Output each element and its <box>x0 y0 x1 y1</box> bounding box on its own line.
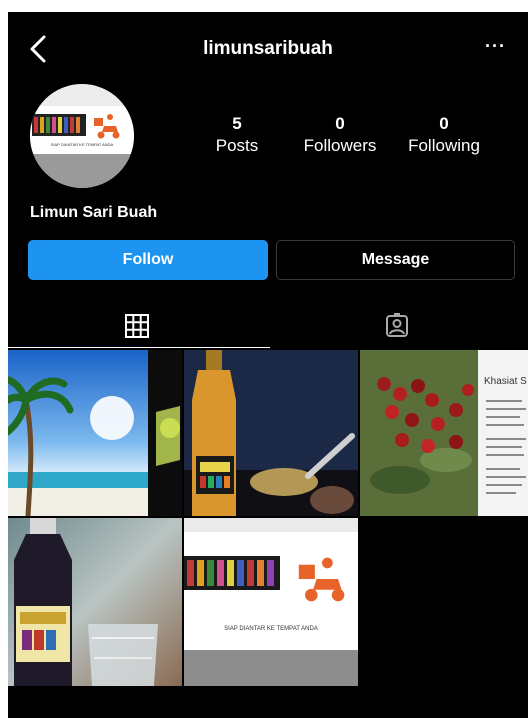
avatar-band-top <box>30 84 134 106</box>
follow-button[interactable]: Follow <box>28 240 268 280</box>
following-label: Following <box>408 136 480 155</box>
followers-label: Followers <box>303 136 377 155</box>
delivery-scooter-icon <box>298 557 345 602</box>
posts-count: 5 <box>232 114 242 133</box>
top-bar: limunsaribuah ··· <box>8 12 528 84</box>
post-khasiat-berries[interactable]: Khasiat S <box>360 350 528 516</box>
avatar-band-bottom <box>30 154 134 188</box>
bottles-image <box>184 556 280 590</box>
stat-following[interactable]: 0 Following <box>396 114 492 156</box>
avatar-caption: SIAP DIANTAR KE TEMPAT ANDA <box>50 142 114 147</box>
more-options-icon[interactable]: ··· <box>485 36 506 57</box>
text-line <box>486 446 522 448</box>
text-line <box>486 424 524 426</box>
text-line <box>486 416 520 418</box>
tab-tagged[interactable] <box>268 308 528 346</box>
tab-grid[interactable] <box>8 308 270 348</box>
stat-posts[interactable]: 5 Posts <box>204 114 270 156</box>
tagged-person-icon <box>386 313 408 337</box>
text-line <box>486 492 516 494</box>
posts-label: Posts <box>215 136 259 155</box>
text-line <box>486 476 526 478</box>
text-line <box>486 454 524 456</box>
stat-followers[interactable]: 0 Followers <box>296 114 384 156</box>
banner-top-band <box>184 518 358 532</box>
following-count: 0 <box>439 114 449 133</box>
avatar[interactable]: SIAP DIANTAR KE TEMPAT ANDA <box>30 84 134 188</box>
active-tab-indicator <box>8 347 270 348</box>
bottles-image <box>32 114 86 136</box>
profile-tabs <box>8 308 528 348</box>
post-title-text: Khasiat S <box>484 376 527 387</box>
post-bottle-dark[interactable] <box>8 518 182 686</box>
text-line <box>486 400 522 402</box>
posts-grid: Khasiat S SIAP DIANTAR KE TEMPAT ANDA <box>8 350 528 686</box>
text-line <box>486 438 526 440</box>
post-caption-text: SIAP DIANTAR KE TEMPAT ANDA <box>224 626 318 632</box>
text-line <box>486 468 520 470</box>
message-button[interactable]: Message <box>276 240 515 280</box>
text-line <box>486 408 526 410</box>
username-title: limunsaribuah <box>203 38 333 59</box>
text-line <box>486 484 522 486</box>
display-name: Limun Sari Buah <box>30 204 158 221</box>
followers-count: 0 <box>335 114 345 133</box>
post-delivery-banner[interactable]: SIAP DIANTAR KE TEMPAT ANDA <box>184 518 358 686</box>
banner-bottom-band <box>184 650 358 686</box>
post-bottle-honey[interactable] <box>184 350 358 516</box>
post-beach[interactable] <box>8 350 182 516</box>
grid-icon <box>125 314 149 338</box>
delivery-scooter-icon <box>94 114 120 139</box>
profile-screen: limunsaribuah ··· SIAP DIANTAR KE TEMPAT… <box>8 12 528 718</box>
